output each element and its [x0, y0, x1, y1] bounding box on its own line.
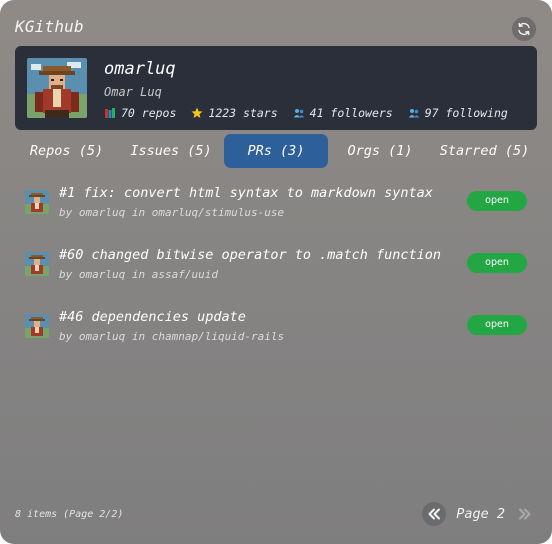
profile-card: omarluq Omar Luq 70 repos 1223 stars 41 … [15, 46, 537, 130]
page-label: Page 2 [456, 506, 505, 522]
people-icon [293, 107, 305, 119]
profile-stats: 70 repos 1223 stars 41 followers 97 foll… [104, 106, 508, 120]
app-title: KGithub [15, 17, 84, 36]
tab-repos[interactable]: Repos (5) [15, 134, 118, 168]
status-badge: open [467, 191, 527, 211]
list-item[interactable]: #60 changed bitwise operator to .match f… [15, 240, 537, 290]
pr-title[interactable]: #46 dependencies update [59, 309, 246, 325]
stat-following[interactable]: 97 following [408, 106, 508, 120]
items-info: 8 items (Page 2/2) [15, 509, 124, 520]
avatar[interactable] [27, 58, 87, 118]
kgithub-widget: KGithub omarluq Omar Luq 70 repos 1223 s… [0, 0, 552, 544]
list-item[interactable]: #1 fix: convert html syntax to markdown … [15, 178, 537, 228]
stat-followers[interactable]: 41 followers [293, 106, 393, 120]
avatar [25, 252, 49, 276]
double-chevron-left-icon [426, 506, 442, 522]
status-badge: open [467, 315, 527, 335]
stat-stars: 1223 stars [191, 106, 278, 120]
star-icon [191, 107, 203, 119]
refresh-button[interactable] [512, 17, 536, 41]
tab-prs[interactable]: PRs (3) [224, 134, 328, 168]
refresh-icon [516, 21, 532, 37]
tab-issues[interactable]: Issues (5) [118, 134, 224, 168]
tab-starred[interactable]: Starred (5) [432, 134, 537, 168]
stat-repos: 70 repos [104, 106, 176, 120]
prev-page-button[interactable] [422, 502, 447, 526]
double-chevron-right-icon [517, 506, 533, 522]
pr-meta: by omarluq in omarluq/stimulus-use [59, 206, 285, 219]
next-page-button[interactable] [513, 502, 537, 526]
tab-orgs[interactable]: Orgs (1) [328, 134, 432, 168]
profile-full-name: Omar Luq [104, 85, 162, 99]
pr-title[interactable]: #60 changed bitwise operator to .match f… [59, 247, 441, 263]
pr-meta: by omarluq in assaf/uuid [59, 268, 218, 281]
pr-title[interactable]: #1 fix: convert html syntax to markdown … [59, 185, 433, 201]
tab-bar: Repos (5) Issues (5) PRs (3) Orgs (1) St… [15, 134, 537, 168]
status-badge: open [467, 253, 527, 273]
list-item[interactable]: #46 dependencies update by omarluq in ch… [15, 302, 537, 352]
people-icon [408, 107, 420, 119]
pr-meta: by omarluq in chamnap/liquid-rails [59, 330, 285, 343]
pagination: Page 2 [422, 502, 537, 526]
profile-username[interactable]: omarluq [104, 59, 176, 79]
avatar [25, 314, 49, 338]
books-icon [104, 107, 116, 119]
avatar [25, 190, 49, 214]
